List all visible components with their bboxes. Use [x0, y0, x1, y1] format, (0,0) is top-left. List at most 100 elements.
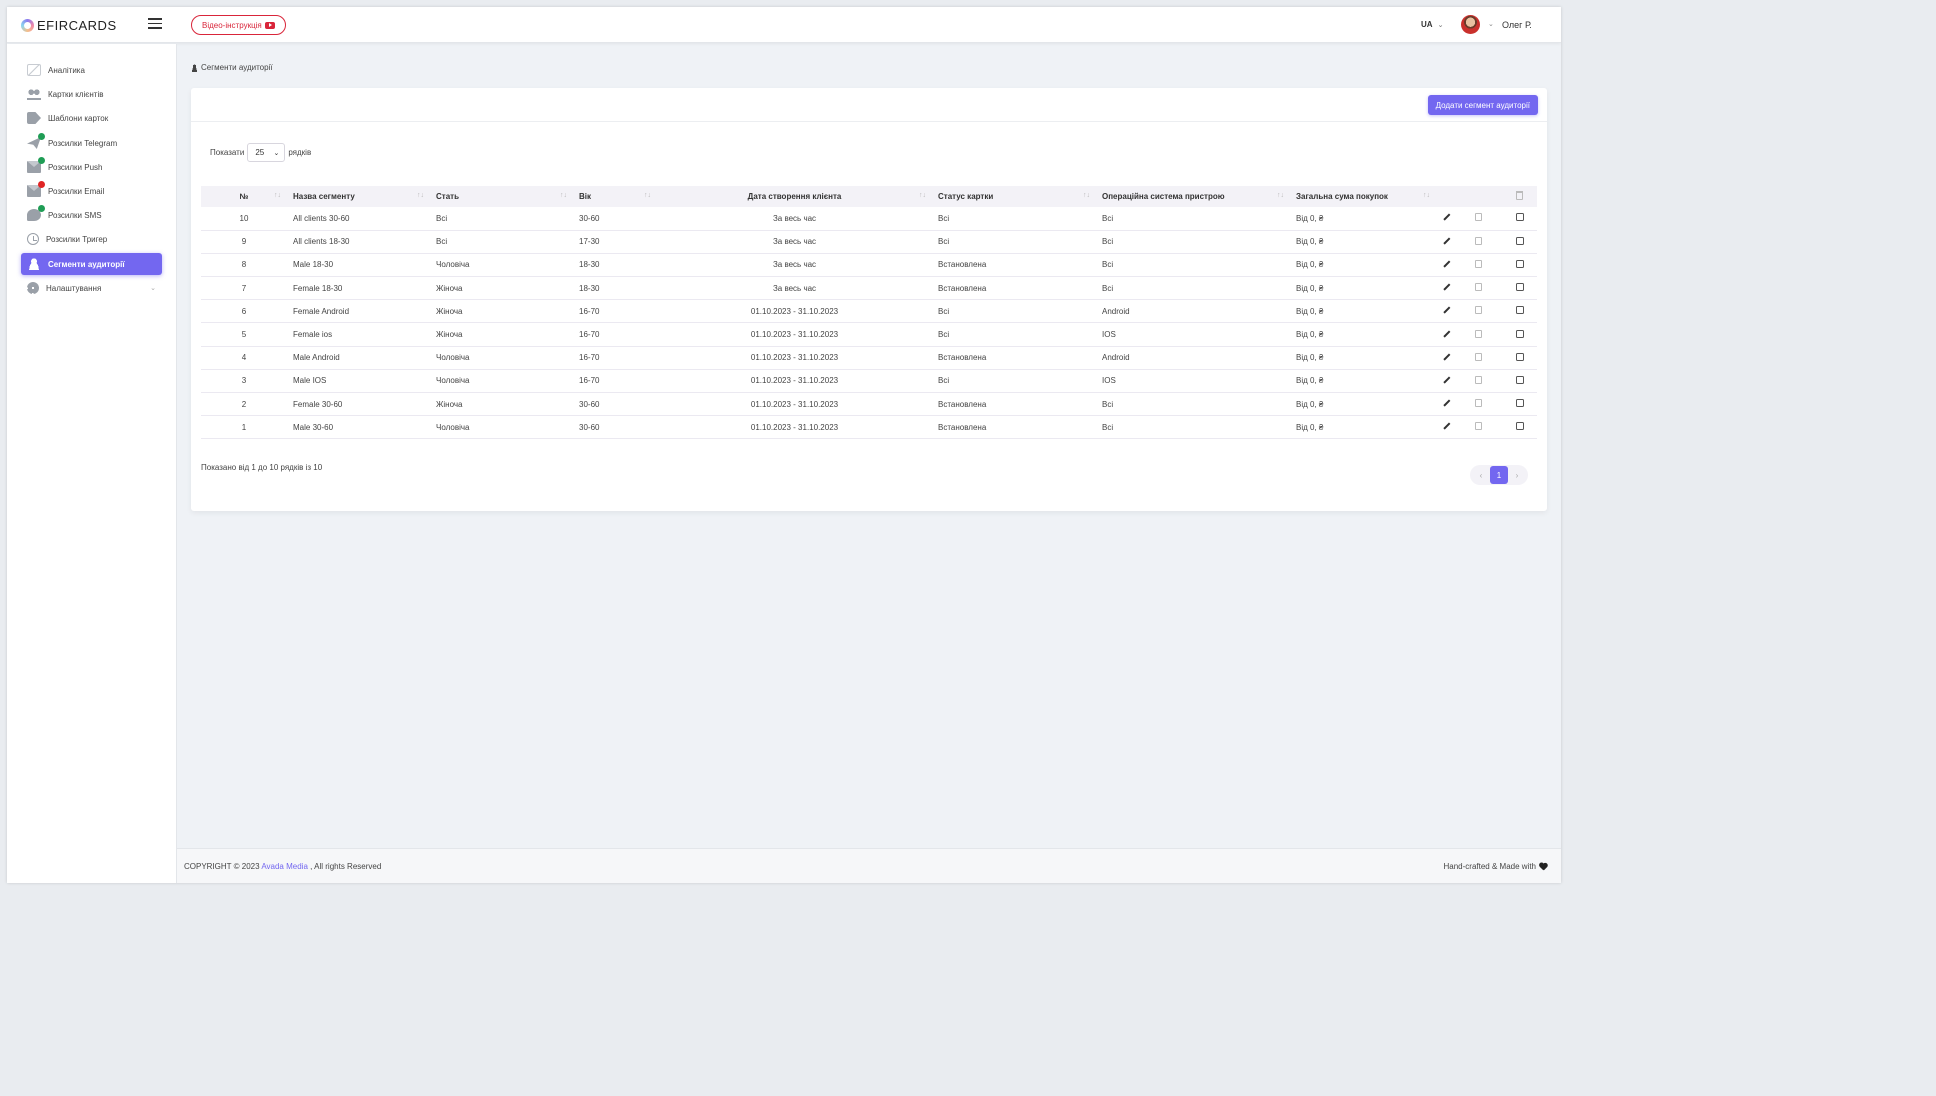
table-header-row: № ↑↓ Назва сегменту ↑↓ Стать ↑↓ Вік ↑↓ Дата … — [201, 186, 1537, 207]
copy-icon[interactable] — [1475, 399, 1482, 408]
row-checkbox[interactable] — [1515, 236, 1524, 245]
row-checkbox[interactable] — [1515, 422, 1524, 431]
user-name[interactable]: Олег Р. — [1502, 20, 1532, 30]
copy-icon[interactable] — [1475, 259, 1482, 268]
copy-icon[interactable] — [1475, 375, 1482, 384]
sidebar-item-client-cards[interactable]: Картки клієнтів — [21, 83, 162, 105]
pagination-page-button[interactable]: 1 — [1490, 466, 1508, 484]
copy-icon[interactable] — [1475, 283, 1482, 292]
cell-created-date: 01.10.2023 - 31.10.2023 — [750, 376, 839, 386]
sidebar-item-analytics[interactable]: Аналітика — [21, 59, 162, 81]
chevron-down-icon[interactable]: ⌄ — [1488, 20, 1494, 28]
cell-os: Всі — [1102, 237, 1114, 247]
sidebar-item-label: Розсилки Email — [48, 186, 105, 196]
edit-pencil-icon[interactable] — [1442, 306, 1450, 314]
cell-total-purchases: Від 0, ₴ — [1296, 260, 1324, 270]
sidebar-item-telegram[interactable]: Розсилки Telegram — [21, 132, 162, 154]
edit-pencil-icon[interactable] — [1442, 422, 1450, 430]
row-checkbox[interactable] — [1515, 352, 1524, 361]
copy-icon[interactable] — [1475, 352, 1482, 361]
row-checkbox[interactable] — [1515, 329, 1524, 338]
column-header-number[interactable]: № ↑↓ — [201, 186, 287, 207]
sort-icon: ↑↓ — [1423, 192, 1430, 199]
cell-os: Всі — [1102, 283, 1114, 293]
trash-icon[interactable] — [1516, 191, 1523, 200]
row-checkbox[interactable] — [1515, 399, 1524, 408]
edit-pencil-icon-cell — [1436, 346, 1469, 369]
cell-os: Всі — [1102, 213, 1114, 223]
row-checkbox[interactable] — [1515, 283, 1524, 292]
sidebar-item-audience-segments[interactable]: Сегменти аудиторії — [21, 253, 162, 275]
column-header-name[interactable]: Назва сегменту ↑↓ — [287, 186, 430, 207]
edit-pencil-icon[interactable] — [1442, 353, 1450, 361]
cell-segment-name: Female Android — [293, 306, 350, 316]
edit-pencil-icon[interactable] — [1442, 260, 1450, 268]
sidebar-item-settings[interactable]: Налаштування ⌄ — [21, 277, 162, 299]
logo[interactable]: EFIRCARDS — [21, 16, 117, 34]
cell-os: Всі — [1102, 422, 1114, 432]
edit-pencil-icon-cell — [1436, 207, 1469, 230]
edit-pencil-icon[interactable] — [1442, 283, 1450, 291]
rows-per-page-select[interactable]: 25 ⌄ — [247, 143, 286, 162]
column-header-created-date[interactable]: Дата створення клієнта ↑↓ — [657, 186, 932, 207]
cell-number: 10 — [239, 213, 249, 223]
edit-pencil-icon[interactable] — [1442, 237, 1450, 245]
status-dot-icon — [38, 181, 45, 188]
copy-icon[interactable] — [1475, 422, 1482, 431]
copy-icon-cell — [1469, 346, 1502, 369]
cell-segment-name: Male 18-30 — [293, 260, 334, 270]
language-selector[interactable]: UA ⌄ — [1421, 20, 1443, 29]
add-segment-button[interactable]: Додати сегмент аудиторії — [1427, 95, 1538, 115]
copy-icon-cell — [1469, 253, 1502, 276]
video-instructions-button[interactable]: Відео-інструкція — [191, 15, 286, 35]
row-checkbox-cell — [1502, 369, 1537, 392]
edit-pencil-icon[interactable] — [1442, 376, 1450, 384]
pagination: ‹ 1 › — [1470, 465, 1528, 485]
copy-icon[interactable] — [1475, 236, 1482, 245]
edit-pencil-icon[interactable] — [1442, 330, 1450, 338]
sidebar-item-push[interactable]: Розсилки Push — [21, 156, 162, 178]
copy-icon[interactable] — [1475, 213, 1482, 222]
chevron-down-icon: ⌄ — [150, 285, 156, 292]
cell-created-date: За весь час — [772, 237, 817, 247]
table-row: 6 Female Android Жіноча 16-70 01.10.2023 - 3… — [201, 300, 1537, 323]
row-checkbox[interactable] — [1515, 213, 1524, 222]
column-header-gender[interactable]: Стать ↑↓ — [430, 186, 573, 207]
cell-total-purchases: Від 0, ₴ — [1296, 399, 1324, 409]
edit-pencil-icon[interactable] — [1442, 399, 1450, 407]
cell-segment-name: Female ios — [293, 330, 333, 340]
menu-toggle-icon[interactable] — [148, 18, 162, 29]
edit-pencil-icon-cell — [1436, 230, 1469, 253]
copy-icon-cell — [1469, 300, 1502, 323]
column-header-total-purchases[interactable]: Загальна сума покупок ↑↓ — [1290, 186, 1436, 207]
sidebar-item-email[interactable]: Розсилки Email — [21, 180, 162, 202]
copy-icon[interactable] — [1475, 329, 1482, 338]
sidebar-item-trigger[interactable]: Розсилки Тригер — [21, 228, 162, 250]
edit-pencil-icon-cell — [1436, 253, 1469, 276]
cell-os: Всі — [1102, 260, 1114, 270]
row-checkbox[interactable] — [1515, 259, 1524, 268]
sort-icon: ↑↓ — [1277, 192, 1284, 199]
column-header-card-status[interactable]: Статус картки ↑↓ — [932, 186, 1096, 207]
pagination-next-button[interactable]: › — [1508, 466, 1526, 484]
handcrafted-label: Hand-crafted & Made with — [1443, 862, 1537, 871]
cell-total-purchases: Від 0, ₴ — [1296, 283, 1324, 293]
cell-total-purchases: Від 0, ₴ — [1296, 422, 1324, 432]
column-header-os[interactable]: Операційна система пристрою ↑↓ — [1096, 186, 1290, 207]
row-checkbox[interactable] — [1515, 306, 1524, 315]
company-link[interactable]: Avada Media — [261, 862, 308, 871]
card-header: Додати сегмент аудиторії — [191, 88, 1547, 122]
table-row: 9 All clients 18-30 Всі 17-30 За весь час Всі… — [201, 230, 1537, 254]
column-header-age[interactable]: Вік ↑↓ — [573, 186, 657, 207]
edit-pencil-icon[interactable] — [1442, 213, 1450, 221]
sort-icon: ↑↓ — [417, 192, 424, 199]
handcrafted-note: Hand-crafted & Made with — [1444, 862, 1548, 871]
avatar[interactable] — [1461, 15, 1480, 34]
cell-age: 16-70 — [579, 353, 600, 363]
copy-icon[interactable] — [1475, 306, 1482, 315]
pagination-prev-button[interactable]: ‹ — [1472, 466, 1490, 484]
cell-card-status: Встановлена — [938, 283, 987, 293]
row-checkbox[interactable] — [1515, 375, 1524, 384]
sidebar-item-card-templates[interactable]: Шаблони карток — [21, 107, 162, 129]
sidebar-item-sms[interactable]: Розсилки SMS — [21, 204, 162, 226]
